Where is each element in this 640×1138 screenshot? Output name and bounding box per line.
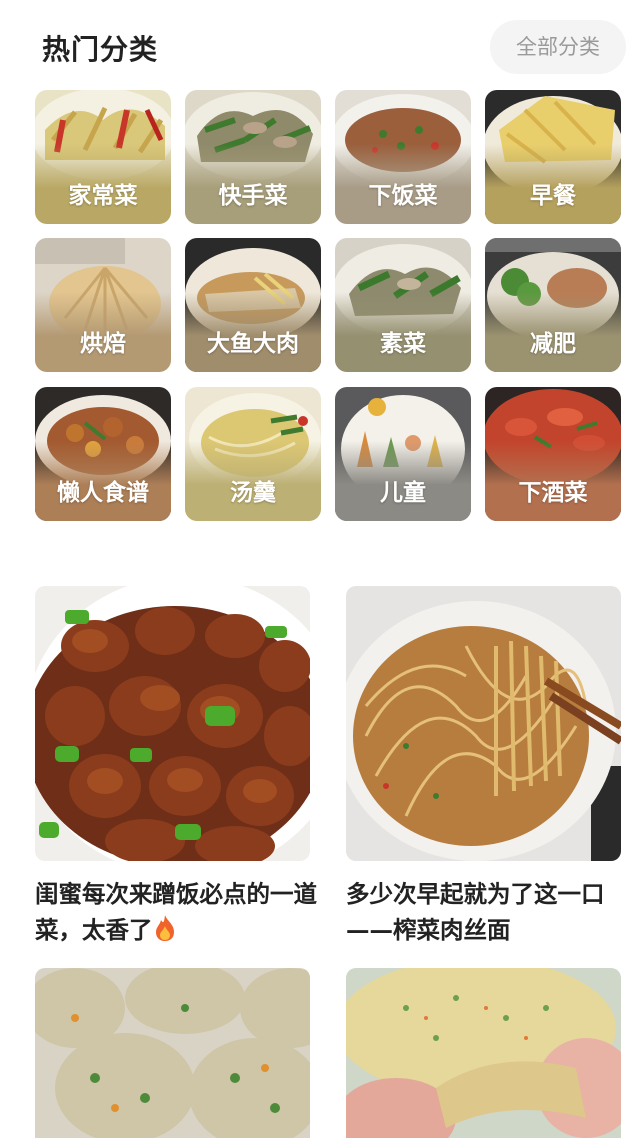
category-tile[interactable]: 大鱼大肉 [185, 238, 321, 372]
category-tile[interactable]: 儿童 [335, 387, 471, 521]
category-label: 下酒菜 [518, 480, 588, 506]
category-label: 儿童 [380, 480, 426, 506]
category-tile[interactable]: 减肥 [485, 238, 621, 372]
category-label: 烘焙 [80, 331, 126, 357]
category-tile[interactable]: 烘焙 [35, 238, 171, 372]
header: 热门分类 全部分类 [0, 0, 640, 90]
category-tile[interactable]: 下饭菜 [335, 90, 471, 224]
category-tile[interactable]: 快手菜 [185, 90, 321, 224]
category-label: 素菜 [380, 331, 426, 357]
category-tile[interactable]: 懒人食谱 [35, 387, 171, 521]
category-label: 大鱼大肉 [207, 331, 299, 357]
vegetable-dumplings-photo[interactable] [35, 968, 310, 1138]
category-label: 下饭菜 [368, 183, 438, 209]
vegetable-pancake-photo[interactable] [346, 968, 621, 1138]
category-label: 家常菜 [68, 183, 138, 209]
category-label: 快手菜 [218, 183, 288, 209]
recipe-title: 闺蜜每次来蹭饭必点的一道菜，太香了 [35, 876, 320, 948]
category-tile[interactable]: 素菜 [335, 238, 471, 372]
pepper-ribs-photo [35, 586, 310, 861]
category-label: 早餐 [530, 183, 576, 209]
section-title: 热门分类 [42, 33, 159, 66]
noodles-claypot-photo [346, 586, 621, 861]
category-tile[interactable]: 家常菜 [35, 90, 171, 224]
category-label: 汤羹 [230, 480, 276, 506]
recipe-title: 多少次早起就为了这一口——榨菜肉丝面 [346, 880, 605, 944]
category-tile[interactable]: 下酒菜 [485, 387, 621, 521]
category-label: 懒人食谱 [57, 480, 149, 506]
category-tile[interactable]: 汤羹 [185, 387, 321, 521]
category-label: 减肥 [530, 331, 576, 357]
all-categories-button[interactable]: 全部分类 [490, 20, 626, 74]
category-tile[interactable]: 早餐 [485, 90, 621, 224]
fire-icon [155, 915, 174, 941]
